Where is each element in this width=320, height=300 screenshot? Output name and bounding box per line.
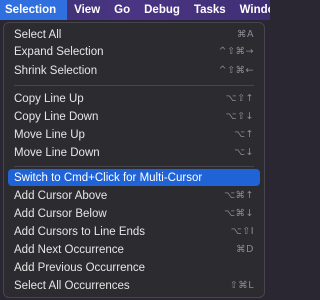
- menu-item-shortcut: ^⇧⌘→: [218, 46, 254, 57]
- menu-item-label: Add Cursor Above: [14, 189, 108, 202]
- menu-item-shortcut: ⌘A: [237, 29, 254, 40]
- menubar-view[interactable]: View: [67, 0, 107, 20]
- menu-item-expand-selection[interactable]: Expand Selection ^⇧⌘→: [8, 43, 260, 60]
- menu-item-select-all-occurrences[interactable]: Select All Occurrences ⇧⌘L: [8, 277, 260, 294]
- selection-menu: Select All ⌘A Expand Selection ^⇧⌘→ Shri…: [3, 22, 265, 298]
- menu-item-shortcut: ⌥⌘↑: [224, 190, 254, 201]
- menu-item-shortcut: ⌥⇧↑: [225, 93, 254, 104]
- menu-item-move-line-down[interactable]: Move Line Down ⌥↓: [8, 144, 260, 161]
- menu-item-shortcut: ^⇧⌘←: [218, 65, 254, 76]
- menu-item-add-cursor-above[interactable]: Add Cursor Above ⌥⌘↑: [8, 187, 260, 204]
- menu-item-select-all[interactable]: Select All ⌘A: [8, 26, 260, 43]
- menu-item-shortcut: ⌘D: [236, 244, 254, 255]
- menu-item-copy-line-up[interactable]: Copy Line Up ⌥⇧↑: [8, 90, 260, 107]
- menu-item-switch-multi-cursor[interactable]: Switch to Cmd+Click for Multi-Cursor: [8, 169, 260, 186]
- menu-item-label: Select All Occurrences: [14, 279, 130, 292]
- menubar-debug[interactable]: Debug: [137, 0, 187, 20]
- menubar-tasks[interactable]: Tasks: [187, 0, 233, 20]
- menu-item-add-cursors-line-ends[interactable]: Add Cursors to Line Ends ⌥⇧I: [8, 223, 260, 240]
- menu-item-shortcut: ⌥⇧I: [230, 226, 254, 237]
- menu-item-add-previous-occurrence[interactable]: Add Previous Occurrence: [8, 259, 260, 276]
- menu-item-copy-line-down[interactable]: Copy Line Down ⌥⇧↓: [8, 108, 260, 125]
- menu-item-label: Shrink Selection: [14, 64, 98, 77]
- menu-item-label: Copy Line Down: [14, 110, 99, 123]
- menu-item-shortcut: ⌥⌘↓: [224, 208, 254, 219]
- menu-item-label: Add Previous Occurrence: [14, 261, 146, 274]
- menu-bar: Selection View Go Debug Tasks Windo: [0, 0, 270, 20]
- menu-item-label: Add Next Occurrence: [14, 243, 124, 256]
- menu-item-label: Move Line Up: [14, 128, 85, 141]
- menu-item-shortcut: ⌥⇧↓: [225, 111, 254, 122]
- menu-item-label: Move Line Down: [14, 146, 100, 159]
- menu-item-label: Expand Selection: [14, 45, 104, 58]
- menu-item-move-line-up[interactable]: Move Line Up ⌥↑: [8, 126, 260, 143]
- menu-item-shortcut: ⇧⌘L: [229, 280, 254, 291]
- menu-separator: [14, 85, 254, 86]
- menu-item-add-cursor-below[interactable]: Add Cursor Below ⌥⌘↓: [8, 205, 260, 222]
- menu-item-label: Copy Line Up: [14, 92, 84, 105]
- menu-item-add-next-occurrence[interactable]: Add Next Occurrence ⌘D: [8, 241, 260, 258]
- menubar-window[interactable]: Windo: [233, 0, 270, 20]
- menu-item-shortcut: ⌥↑: [234, 129, 254, 140]
- menu-item-label: Select All: [14, 28, 62, 41]
- menu-separator: [14, 166, 254, 167]
- menubar-selection[interactable]: Selection: [0, 0, 68, 20]
- menubar-go[interactable]: Go: [107, 0, 137, 20]
- menu-item-shrink-selection[interactable]: Shrink Selection ^⇧⌘←: [8, 62, 260, 79]
- menu-item-label: Switch to Cmd+Click for Multi-Cursor: [14, 171, 203, 184]
- menu-item-label: Add Cursors to Line Ends: [14, 225, 146, 238]
- menu-item-shortcut: ⌥↓: [234, 147, 254, 158]
- menu-item-label: Add Cursor Below: [14, 207, 107, 220]
